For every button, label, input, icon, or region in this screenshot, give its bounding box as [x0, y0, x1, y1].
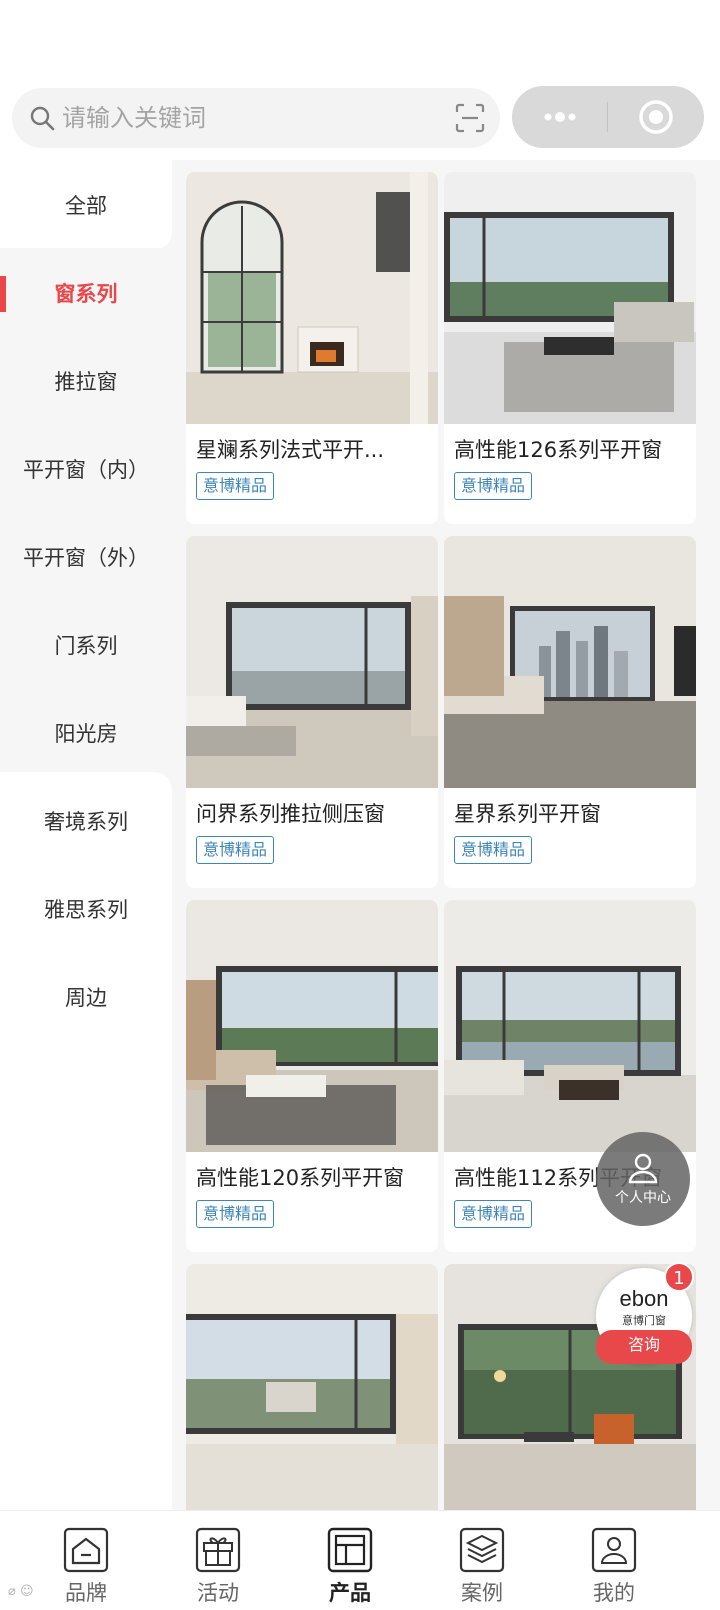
- bottom-tab-bar: 品牌 活动 产品 案例 我的: [0, 1510, 720, 1610]
- product-title: 星斓系列法式平开...: [196, 438, 385, 462]
- sidebar-item-label: 平开窗（外）: [23, 546, 149, 570]
- product-badge: 意博精品: [454, 836, 533, 864]
- product-title: 高性能120系列平开窗: [196, 1166, 405, 1190]
- tab-brand[interactable]: 品牌: [14, 1511, 158, 1610]
- product-title: 问界系列推拉侧压窗: [196, 802, 385, 826]
- tab-label: 我的: [593, 1581, 635, 1605]
- tab-products[interactable]: 产品: [278, 1511, 422, 1610]
- search-bar[interactable]: [12, 88, 500, 148]
- product-card[interactable]: 问界系列推拉侧压窗 意博精品: [186, 536, 438, 888]
- product-title: 高性能126系列平开窗: [454, 438, 663, 462]
- sidebar-item-label: 阳光房: [54, 722, 118, 746]
- layout-icon: [327, 1527, 373, 1573]
- product-image: [186, 900, 438, 1152]
- product-card[interactable]: 高性能126系列平开窗 意博精品: [444, 172, 696, 524]
- tab-label: 品牌: [65, 1581, 107, 1605]
- target-icon[interactable]: [637, 98, 675, 136]
- product-image: [444, 900, 696, 1152]
- product-image: [186, 1264, 438, 1510]
- product-badge: 意博精品: [454, 1200, 533, 1228]
- product-badge: 意博精品: [196, 836, 275, 864]
- tab-activity[interactable]: 活动: [146, 1511, 290, 1610]
- personal-center-label: 个人中心: [615, 1190, 671, 1206]
- sidebar-item-yasi-series[interactable]: 雅思系列: [0, 864, 172, 954]
- sidebar-item-all[interactable]: 全部: [0, 160, 172, 250]
- gift-icon: [195, 1527, 241, 1573]
- sidebar-item-label: 推拉窗: [54, 370, 118, 394]
- product-image: [186, 536, 438, 788]
- product-card[interactable]: [186, 1264, 438, 1510]
- brand-logo-cn: 意博门窗: [622, 1314, 666, 1327]
- tab-label: 活动: [197, 1581, 239, 1605]
- tab-cases[interactable]: 案例: [410, 1511, 554, 1610]
- product-card[interactable]: 星界系列平开窗 意博精品: [444, 536, 696, 888]
- tab-label: 产品: [329, 1581, 371, 1605]
- sidebar-item-window-series[interactable]: 窗系列: [0, 248, 172, 338]
- capsule-divider: [607, 102, 608, 132]
- sidebar-item-sliding-window[interactable]: 推拉窗: [0, 336, 172, 426]
- house-icon: [63, 1527, 109, 1573]
- sidebar-item-luxury-series[interactable]: 奢境系列: [0, 776, 172, 866]
- sidebar-item-label: 周边: [65, 986, 107, 1010]
- sidebar-item-sunroom[interactable]: 阳光房: [0, 688, 172, 778]
- product-badge: 意博精品: [454, 472, 533, 500]
- layers-icon: [459, 1527, 505, 1573]
- tab-label: 案例: [461, 1581, 503, 1605]
- product-image: [444, 172, 696, 424]
- product-image: [444, 536, 696, 788]
- product-badge: 意博精品: [196, 1200, 275, 1228]
- tab-mine[interactable]: 我的: [542, 1511, 686, 1610]
- active-indicator: [0, 276, 6, 312]
- consult-button[interactable]: 咨询: [596, 1330, 692, 1364]
- sidebar-item-casement-out[interactable]: 平开窗（外）: [0, 512, 172, 602]
- sidebar-item-label: 窗系列: [54, 282, 118, 306]
- product-badge: 意博精品: [196, 472, 275, 500]
- message-count-badge: 1: [664, 1262, 694, 1292]
- user-icon: [591, 1527, 637, 1573]
- sidebar-item-accessories[interactable]: 周边: [0, 952, 172, 1042]
- search-icon: [30, 106, 55, 131]
- sidebar-item-label: 门系列: [54, 634, 118, 658]
- user-icon: [628, 1153, 658, 1184]
- personal-center-button[interactable]: 个人中心: [596, 1132, 690, 1226]
- sidebar-item-label: 奢境系列: [44, 810, 128, 834]
- search-input[interactable]: [62, 96, 432, 140]
- watermark: ⌀ ☺: [8, 1584, 34, 1599]
- consult-widget[interactable]: ebon 意博门窗 咨询 1: [596, 1262, 694, 1364]
- miniprogram-capsule: [512, 86, 704, 148]
- sidebar-item-label: 全部: [65, 194, 107, 218]
- category-sidebar: 全部 窗系列 推拉窗 平开窗（内） 平开窗（外） 门系列 阳光房 奢境系列 雅思…: [0, 160, 172, 1610]
- product-card[interactable]: 高性能120系列平开窗 意博精品: [186, 900, 438, 1252]
- product-title: 星界系列平开窗: [454, 802, 601, 826]
- product-card[interactable]: 星斓系列法式平开... 意博精品: [186, 172, 438, 524]
- sidebar-item-label: 平开窗（内）: [23, 458, 149, 482]
- scan-icon[interactable]: [454, 102, 486, 134]
- sidebar-item-label: 雅思系列: [44, 898, 128, 922]
- sidebar-item-casement-in[interactable]: 平开窗（内）: [0, 424, 172, 514]
- product-image: [186, 172, 438, 424]
- more-dots-icon[interactable]: [538, 102, 582, 132]
- sidebar-item-door-series[interactable]: 门系列: [0, 600, 172, 690]
